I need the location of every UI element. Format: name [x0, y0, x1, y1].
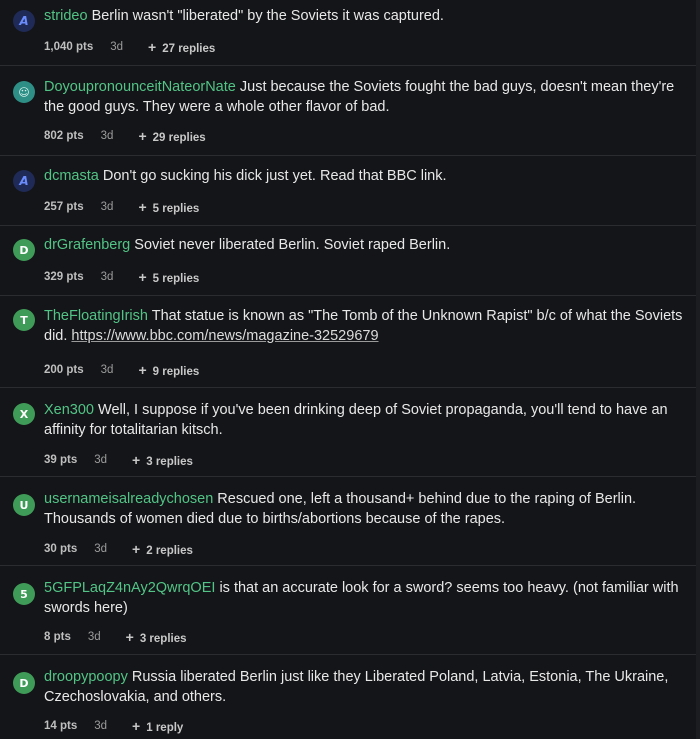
scrollbar[interactable]	[696, 0, 700, 739]
comment-item: T TheFloatingIrish That statue is known …	[0, 296, 696, 388]
username-link[interactable]: TheFloatingIrish	[44, 308, 148, 324]
comment-meta: 802 pts 3d +29 replies	[44, 128, 206, 144]
comment-text: Xen300 Well, I suppose if you've been dr…	[44, 401, 684, 440]
plus-icon: +	[138, 128, 147, 144]
replies-toggle[interactable]: +3 replies	[126, 629, 187, 645]
comment-item: D droopypoopy Russia liberated Berlin ju…	[0, 655, 696, 739]
replies-toggle[interactable]: +27 replies	[148, 39, 215, 55]
username-link[interactable]: dcmasta	[44, 168, 99, 184]
comment-item: 5 5GFPLaqZ4nAy2QwrqOEI is that an accura…	[0, 566, 696, 655]
timestamp: 3d	[100, 364, 114, 376]
replies-toggle[interactable]: +1 reply	[132, 718, 183, 734]
replies-label: 5 replies	[152, 203, 200, 215]
timestamp: 3d	[100, 201, 114, 213]
plus-icon: +	[148, 39, 157, 55]
points-count: 802 pts	[44, 130, 84, 142]
replies-toggle[interactable]: +5 replies	[138, 199, 199, 215]
replies-label: 9 replies	[152, 366, 200, 378]
comment-meta: 14 pts 3d +1 reply	[44, 718, 183, 734]
plus-icon: +	[125, 629, 134, 645]
replies-label: 2 replies	[146, 545, 193, 557]
plus-icon: +	[138, 199, 147, 215]
avatar[interactable]: X	[13, 403, 35, 425]
comment-text: droopypoopy Russia liberated Berlin just…	[44, 668, 684, 707]
timestamp: 3d	[94, 720, 108, 732]
comment-text: DoyoupronounceitNateorNate Just because …	[44, 78, 684, 117]
replies-label: 27 replies	[162, 43, 216, 55]
username-link[interactable]: droopypoopy	[44, 669, 128, 685]
replies-label: 1 reply	[146, 722, 184, 734]
comment-body: Berlin wasn't "liberated" by the Soviets…	[91, 8, 444, 24]
username-link[interactable]: strideo	[44, 8, 88, 24]
comment-item: X Xen300 Well, I suppose if you've been …	[0, 388, 696, 477]
comment-text: usernameisalreadychosen Rescued one, lef…	[44, 490, 684, 529]
replies-toggle[interactable]: +3 replies	[132, 452, 193, 468]
replies-label: 3 replies	[146, 456, 193, 468]
avatar[interactable]: A	[13, 10, 35, 32]
points-count: 257 pts	[44, 201, 84, 213]
replies-toggle[interactable]: +2 replies	[132, 541, 193, 557]
username-link[interactable]: Xen300	[44, 402, 94, 418]
timestamp: 3d	[87, 631, 101, 643]
comment-text: strideo Berlin wasn't "liberated" by the…	[44, 7, 684, 27]
comment-item: A dcmasta Don't go sucking his dick just…	[0, 156, 696, 226]
points-count: 329 pts	[44, 271, 84, 283]
comment-item: ☺ DoyoupronounceitNateorNate Just becaus…	[0, 66, 696, 156]
replies-toggle[interactable]: +9 replies	[138, 362, 199, 378]
external-link[interactable]: https://www.bbc.com/news/magazine-325296…	[71, 328, 378, 344]
comment-meta: 257 pts 3d +5 replies	[44, 199, 199, 215]
comment-item: A strideo Berlin wasn't "liberated" by t…	[0, 0, 696, 66]
username-link[interactable]: DoyoupronounceitNateorNate	[44, 79, 236, 95]
comment-body: Well, I suppose if you've been drinking …	[44, 402, 668, 438]
comment-body: Russia liberated Berlin just like they L…	[44, 669, 669, 705]
plus-icon: +	[138, 362, 147, 378]
timestamp: 3d	[94, 543, 108, 555]
comment-text: TheFloatingIrish That statue is known as…	[44, 307, 684, 346]
comment-body: Soviet never liberated Berlin. Soviet ra…	[134, 237, 451, 253]
timestamp: 3d	[110, 41, 124, 53]
avatar[interactable]: T	[13, 309, 35, 331]
plus-icon: +	[132, 541, 141, 557]
comment-meta: 329 pts 3d +5 replies	[44, 269, 199, 285]
username-link[interactable]: 5GFPLaqZ4nAy2QwrqOEI	[44, 580, 215, 596]
comment-meta: 1,040 pts 3d +27 replies	[44, 39, 215, 55]
timestamp: 3d	[100, 271, 114, 283]
points-count: 1,040 pts	[44, 41, 94, 53]
points-count: 30 pts	[44, 543, 78, 555]
avatar[interactable]: D	[13, 672, 35, 694]
timestamp: 3d	[100, 130, 114, 142]
comment-meta: 8 pts 3d +3 replies	[44, 629, 187, 645]
avatar[interactable]: D	[13, 239, 35, 261]
comment-item: D drGrafenberg Soviet never liberated Be…	[0, 226, 696, 296]
points-count: 200 pts	[44, 364, 84, 376]
comment-text: dcmasta Don't go sucking his dick just y…	[44, 167, 684, 187]
comment-meta: 39 pts 3d +3 replies	[44, 452, 193, 468]
avatar[interactable]: 5	[13, 583, 35, 605]
username-link[interactable]: drGrafenberg	[44, 237, 130, 253]
comment-feed: A strideo Berlin wasn't "liberated" by t…	[0, 0, 700, 739]
points-count: 8 pts	[44, 631, 71, 643]
plus-icon: +	[138, 269, 147, 285]
comment-text: 5GFPLaqZ4nAy2QwrqOEI is that an accurate…	[44, 579, 684, 618]
replies-label: 29 replies	[152, 132, 206, 144]
timestamp: 3d	[94, 454, 108, 466]
comment-meta: 200 pts 3d +9 replies	[44, 362, 199, 378]
avatar[interactable]: U	[13, 494, 35, 516]
comment-body: Don't go sucking his dick just yet. Read…	[102, 168, 447, 184]
replies-label: 5 replies	[152, 273, 200, 285]
replies-toggle[interactable]: +29 replies	[138, 128, 205, 144]
replies-label: 3 replies	[139, 633, 187, 645]
comment-text: drGrafenberg Soviet never liberated Berl…	[44, 236, 684, 256]
replies-toggle[interactable]: +5 replies	[138, 269, 199, 285]
avatar[interactable]: ☺	[13, 81, 35, 103]
plus-icon: +	[132, 452, 141, 468]
username-link[interactable]: usernameisalreadychosen	[44, 491, 213, 507]
comment-meta: 30 pts 3d +2 replies	[44, 541, 193, 557]
points-count: 14 pts	[44, 720, 78, 732]
points-count: 39 pts	[44, 454, 78, 466]
plus-icon: +	[132, 718, 141, 734]
comment-item: U usernameisalreadychosen Rescued one, l…	[0, 477, 696, 566]
avatar[interactable]: A	[13, 170, 35, 192]
